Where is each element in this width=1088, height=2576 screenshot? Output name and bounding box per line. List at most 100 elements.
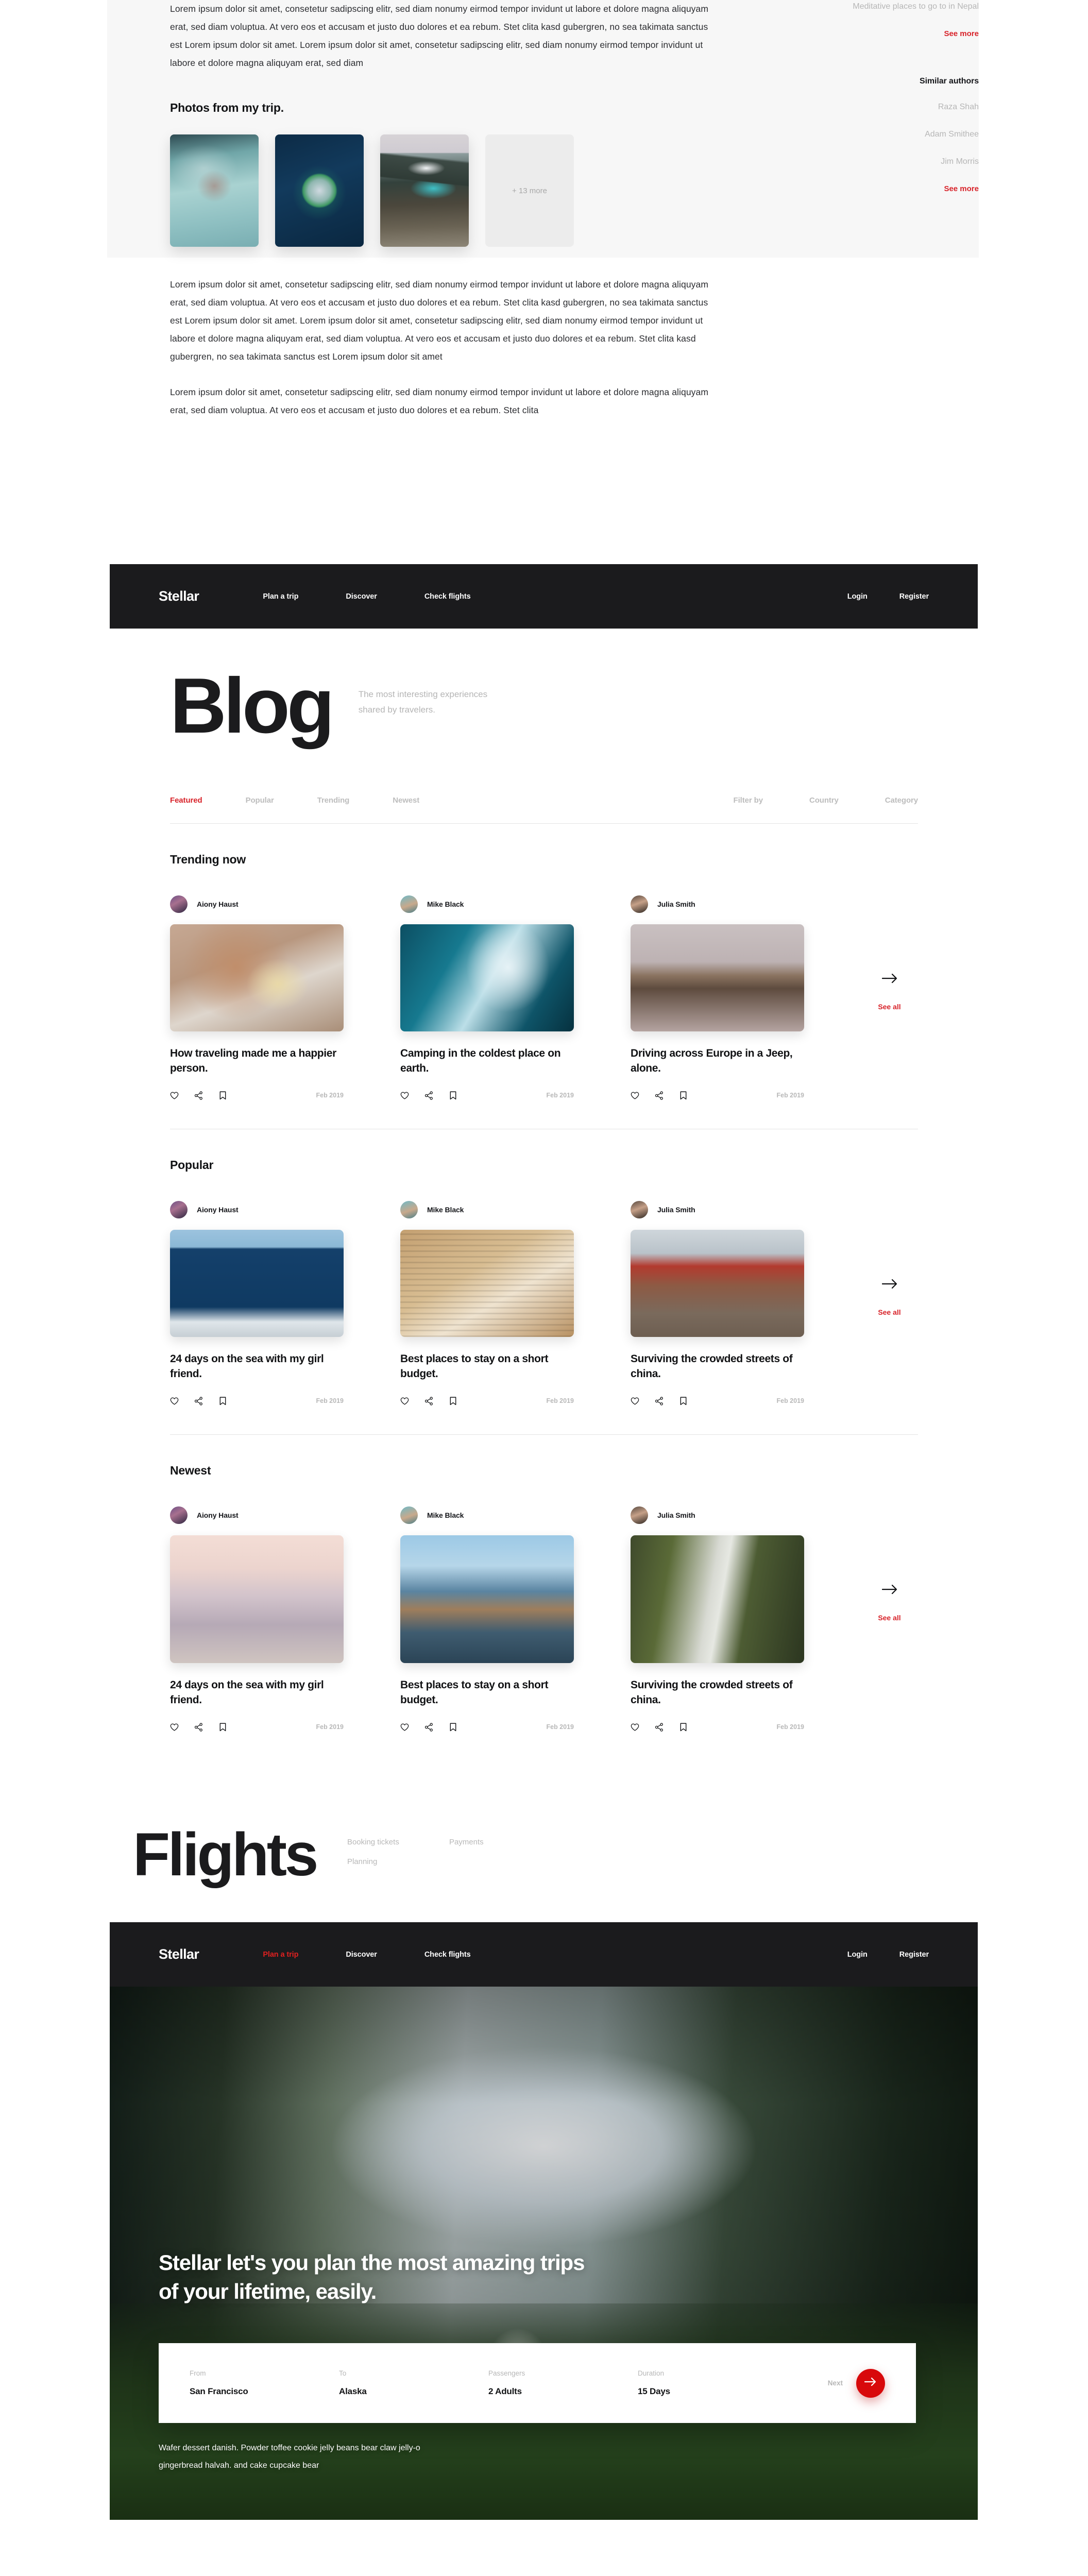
- bookmark-icon[interactable]: [449, 1397, 457, 1405]
- related-article-title[interactable]: Meditative places to go to in Nepal: [840, 0, 979, 13]
- see-all-label[interactable]: See all: [861, 1614, 918, 1622]
- see-all-group[interactable]: See all: [861, 895, 918, 1011]
- bookmark-icon[interactable]: [679, 1397, 688, 1405]
- register-link[interactable]: Register: [899, 592, 929, 601]
- article-card[interactable]: Aiony Haust 24 days on the sea with my gi…: [170, 1506, 344, 1732]
- bookmark-icon[interactable]: [679, 1091, 688, 1100]
- card-thumbnail[interactable]: [170, 1535, 344, 1663]
- login-link[interactable]: Login: [847, 592, 868, 601]
- like-icon[interactable]: [400, 1397, 409, 1405]
- register-link[interactable]: Register: [899, 1951, 929, 1959]
- like-icon[interactable]: [400, 1723, 409, 1732]
- like-icon[interactable]: [631, 1397, 639, 1405]
- card-author[interactable]: Julia Smith: [631, 1200, 804, 1218]
- bookmark-icon[interactable]: [218, 1723, 227, 1732]
- share-icon[interactable]: [655, 1722, 664, 1732]
- more-photos-button[interactable]: + 13 more: [485, 134, 574, 247]
- like-icon[interactable]: [170, 1723, 179, 1732]
- share-icon[interactable]: [194, 1091, 203, 1100]
- similar-author-item[interactable]: Raza Shah: [840, 100, 979, 113]
- see-all-label[interactable]: See all: [861, 1308, 918, 1316]
- bookmark-icon[interactable]: [449, 1723, 457, 1732]
- nav-link-check-flights[interactable]: Check flights: [424, 1951, 471, 1959]
- flights-link-payments[interactable]: Payments: [449, 1833, 528, 1852]
- article-card[interactable]: Julia Smith Driving across Europe in a Je…: [631, 895, 804, 1100]
- share-icon[interactable]: [424, 1722, 433, 1732]
- filter-country[interactable]: Country: [809, 796, 839, 805]
- similar-author-item[interactable]: Adam Smithee: [840, 128, 979, 141]
- card-author[interactable]: Aiony Haust: [170, 895, 344, 913]
- bookmark-icon[interactable]: [449, 1091, 457, 1100]
- like-icon[interactable]: [631, 1091, 639, 1100]
- see-all-label[interactable]: See all: [861, 1003, 918, 1011]
- share-icon[interactable]: [424, 1396, 433, 1405]
- article-card[interactable]: Mike Black Camping in the coldest place o…: [400, 895, 574, 1100]
- article-card[interactable]: Mike Black Best places to stay on a short…: [400, 1200, 574, 1405]
- nav-link-plan-a-trip[interactable]: Plan a trip: [263, 1951, 298, 1959]
- bookmark-icon[interactable]: [679, 1723, 688, 1732]
- trip-photo-thumbnail[interactable]: [380, 134, 469, 247]
- trip-photo-thumbnail[interactable]: [275, 134, 364, 247]
- from-field[interactable]: From San Francisco: [190, 2369, 339, 2397]
- share-icon[interactable]: [424, 1091, 433, 1100]
- like-icon[interactable]: [631, 1723, 639, 1732]
- card-author[interactable]: Julia Smith: [631, 1506, 804, 1524]
- card-thumbnail[interactable]: [400, 1535, 574, 1663]
- like-icon[interactable]: [400, 1091, 409, 1100]
- article-card[interactable]: Julia Smith Surviving the crowded streets…: [631, 1506, 804, 1732]
- arrow-right-icon[interactable]: [881, 1278, 897, 1290]
- login-link[interactable]: Login: [847, 1951, 868, 1959]
- bookmark-icon[interactable]: [218, 1091, 227, 1100]
- see-all-group[interactable]: See all: [861, 1506, 918, 1622]
- card-thumbnail[interactable]: [631, 924, 804, 1031]
- tab-trending[interactable]: Trending: [317, 796, 350, 805]
- nav-link-plan-a-trip[interactable]: Plan a trip: [263, 592, 298, 601]
- filter-by-label[interactable]: Filter by: [734, 796, 763, 805]
- article-card[interactable]: Aiony Haust 24 days on the sea with my gi…: [170, 1200, 344, 1405]
- flights-link-booking-tickets[interactable]: Booking tickets: [347, 1833, 426, 1852]
- nav-link-check-flights[interactable]: Check flights: [424, 592, 471, 601]
- card-thumbnail[interactable]: [631, 1535, 804, 1663]
- passengers-field[interactable]: Passengers 2 Adults: [488, 2369, 638, 2397]
- nav-link-discover[interactable]: Discover: [346, 592, 377, 601]
- share-icon[interactable]: [194, 1722, 203, 1732]
- card-thumbnail[interactable]: [400, 1229, 574, 1337]
- card-author[interactable]: Mike Black: [400, 1200, 574, 1218]
- card-author[interactable]: Aiony Haust: [170, 1200, 344, 1218]
- brand-logo[interactable]: Stellar: [159, 1946, 199, 1962]
- like-icon[interactable]: [170, 1091, 179, 1100]
- tab-newest[interactable]: Newest: [393, 796, 419, 805]
- trip-photo-thumbnail[interactable]: [170, 134, 259, 247]
- article-card[interactable]: Aiony Haust How traveling made me a happi…: [170, 895, 344, 1100]
- card-author[interactable]: Julia Smith: [631, 895, 804, 913]
- flights-link-planning[interactable]: Planning: [347, 1852, 426, 1872]
- authors-see-more-link[interactable]: See more: [944, 184, 979, 193]
- nav-link-discover[interactable]: Discover: [346, 1951, 377, 1959]
- article-card[interactable]: Mike Black Best places to stay on a short…: [400, 1506, 574, 1732]
- card-thumbnail[interactable]: [170, 924, 344, 1031]
- card-thumbnail[interactable]: [400, 924, 574, 1031]
- arrow-right-icon[interactable]: [881, 973, 897, 984]
- bookmark-icon[interactable]: [218, 1397, 227, 1405]
- like-icon[interactable]: [170, 1397, 179, 1405]
- to-field[interactable]: To Alaska: [339, 2369, 488, 2397]
- share-icon[interactable]: [655, 1396, 664, 1405]
- see-all-group[interactable]: See all: [861, 1201, 918, 1316]
- brand-logo[interactable]: Stellar: [159, 588, 199, 604]
- similar-author-item[interactable]: Jim Morris: [840, 155, 979, 168]
- share-icon[interactable]: [194, 1396, 203, 1405]
- arrow-right-icon[interactable]: [881, 1584, 897, 1595]
- next-button[interactable]: [856, 2368, 885, 2398]
- tab-popular[interactable]: Popular: [246, 796, 274, 805]
- article-card[interactable]: Julia Smith Surviving the crowded streets…: [631, 1200, 804, 1405]
- card-author[interactable]: Aiony Haust: [170, 1506, 344, 1524]
- duration-field[interactable]: Duration 15 Days: [638, 2369, 787, 2397]
- tab-featured[interactable]: Featured: [170, 796, 202, 805]
- share-icon[interactable]: [655, 1091, 664, 1100]
- filter-category[interactable]: Category: [885, 796, 918, 805]
- related-see-more-link[interactable]: See more: [944, 29, 979, 38]
- card-thumbnail[interactable]: [170, 1229, 344, 1337]
- card-thumbnail[interactable]: [631, 1229, 804, 1337]
- card-author[interactable]: Mike Black: [400, 1506, 574, 1524]
- card-author[interactable]: Mike Black: [400, 895, 574, 913]
